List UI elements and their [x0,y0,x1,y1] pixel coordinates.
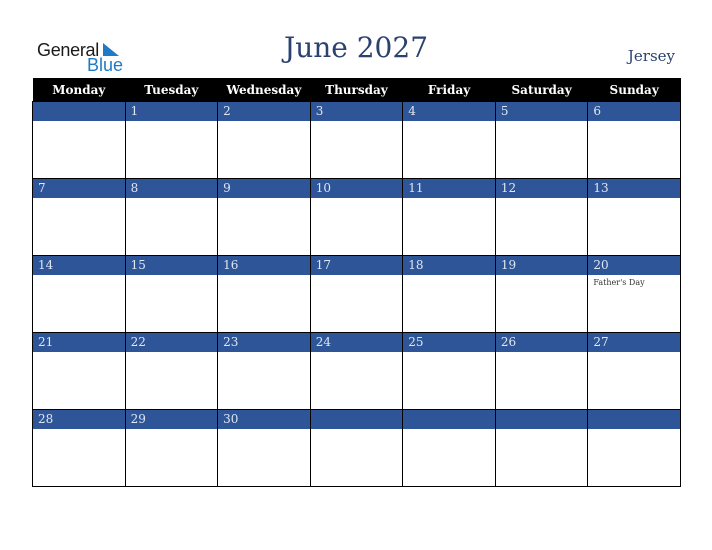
weekday-header: Tuesday [125,78,218,102]
day-cell[interactable]: 6 [587,101,681,179]
weekday-header-row: Monday Tuesday Wednesday Thursday Friday… [32,78,681,102]
day-cell[interactable]: 22 [124,332,219,410]
day-number: 7 [33,179,125,198]
day-number: 14 [33,256,125,275]
week-row: 7 8 9 10 11 12 13 [32,178,681,256]
day-cell[interactable] [309,409,404,487]
day-number: 11 [403,179,495,198]
day-cell[interactable]: 26 [494,332,589,410]
day-number [495,410,588,429]
day-number [588,410,680,429]
calendar-title: June 2027 [283,31,429,64]
day-number: 18 [403,256,495,275]
day-cell[interactable]: 27 [587,332,681,410]
day-number: 23 [218,333,310,352]
day-cell[interactable]: 11 [402,178,496,256]
holiday-event: Father's Day [593,278,645,287]
day-cell[interactable] [587,409,681,487]
day-cell[interactable]: 30 [217,409,311,487]
day-cell[interactable]: 21 [32,332,126,410]
day-cell[interactable]: 9 [217,178,311,256]
day-cell[interactable]: 12 [494,178,589,256]
day-cell[interactable]: 29 [124,409,219,487]
day-cell[interactable]: 25 [402,332,496,410]
day-cell[interactable]: 17 [309,255,404,333]
weekday-header: Monday [32,78,126,102]
day-number: 10 [310,179,403,198]
day-number [403,410,495,429]
day-number: 16 [218,256,310,275]
day-cell[interactable]: 13 [587,178,681,256]
day-cell[interactable]: 16 [217,255,311,333]
day-number: 27 [588,333,680,352]
weekday-header: Saturday [495,78,588,102]
day-cell[interactable]: 18 [402,255,496,333]
weekday-header: Friday [402,78,496,102]
day-cell[interactable] [32,101,126,179]
day-number [310,410,403,429]
calendar-grid: Monday Tuesday Wednesday Thursday Friday… [32,78,681,487]
day-number: 19 [495,256,588,275]
day-number: 28 [33,410,125,429]
day-number: 2 [218,102,310,121]
day-number: 17 [310,256,403,275]
week-row: 123456 [32,101,681,179]
week-row: 14 15 16 17 18 19 20 Father's Day [32,255,681,333]
day-number: 24 [310,333,403,352]
day-cell[interactable]: 5 [494,101,589,179]
day-number: 1 [125,102,218,121]
weekday-header: Wednesday [217,78,311,102]
day-cell[interactable]: 28 [32,409,126,487]
day-number: 9 [218,179,310,198]
day-number: 20 [588,256,680,275]
day-cell[interactable]: 4 [402,101,496,179]
week-row: 21 22 23 24 25 26 27 [32,332,681,410]
day-number: 3 [310,102,403,121]
day-cell[interactable]: 23 [217,332,311,410]
day-cell[interactable] [402,409,496,487]
day-number [33,102,125,121]
day-number: 25 [403,333,495,352]
day-cell[interactable]: 20 Father's Day [587,255,681,333]
weekday-header: Thursday [310,78,403,102]
day-cell[interactable]: 1 [124,101,219,179]
day-cell[interactable]: 15 [124,255,219,333]
day-number: 30 [218,410,310,429]
day-cell[interactable]: 3 [309,101,404,179]
day-number: 26 [495,333,588,352]
day-number: 29 [125,410,218,429]
day-cell[interactable]: 10 [309,178,404,256]
day-number: 5 [495,102,588,121]
day-number: 15 [125,256,218,275]
region-label: Jersey [627,47,675,65]
day-cell[interactable]: 7 [32,178,126,256]
day-cell[interactable] [494,409,589,487]
day-number: 13 [588,179,680,198]
day-cell[interactable]: 19 [494,255,589,333]
day-cell[interactable]: 14 [32,255,126,333]
day-number: 21 [33,333,125,352]
day-number: 12 [495,179,588,198]
day-number: 8 [125,179,218,198]
day-cell[interactable]: 8 [124,178,219,256]
day-number: 6 [588,102,680,121]
day-number: 22 [125,333,218,352]
day-cell[interactable]: 2 [217,101,311,179]
day-cell[interactable]: 24 [309,332,404,410]
week-row: 28 29 30 [32,409,681,487]
day-number: 4 [403,102,495,121]
weekday-header: Sunday [587,78,681,102]
